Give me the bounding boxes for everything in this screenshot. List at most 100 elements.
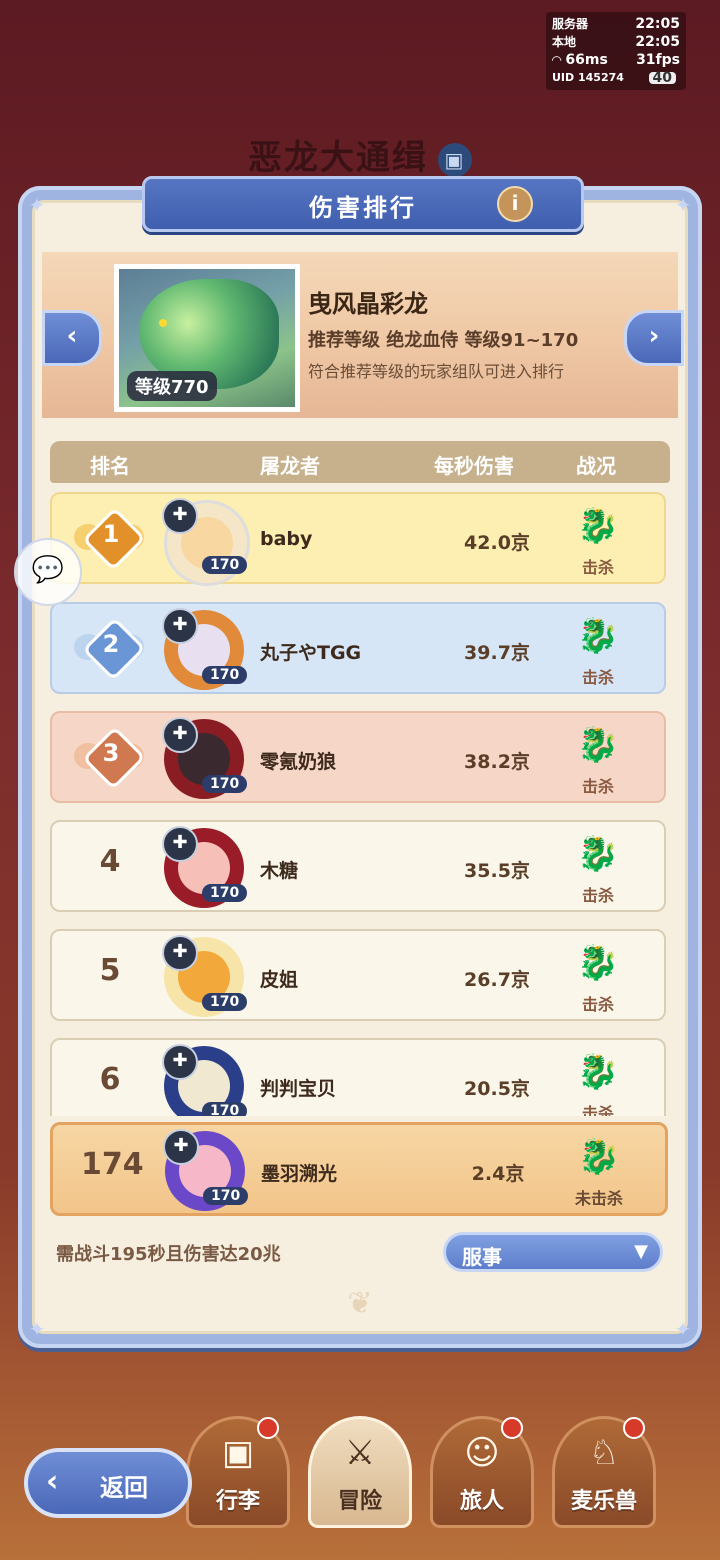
player-level: 170 <box>202 884 248 902</box>
back-button[interactable]: ‹ 返回 <box>24 1448 192 1518</box>
chat-icon[interactable]: 💬 <box>14 538 82 606</box>
caret-down-icon: ▼ <box>634 1241 648 1262</box>
corner-ornament-icon: ✦ <box>674 193 692 217</box>
bronze-medal-icon: 3 <box>74 725 146 791</box>
crossed-swords-icon: ⚔ <box>344 1433 376 1473</box>
player-level: 170 <box>202 556 248 574</box>
player-level: 170 <box>202 775 248 793</box>
result-label: 击杀 <box>581 1104 614 1116</box>
guild-emblem-icon: ✚ <box>162 826 198 862</box>
dps-value: 2.4京 <box>471 1163 525 1185</box>
ranking-row[interactable]: 1 ✚ 170 baby 42.0京 🐉 击杀 <box>50 492 666 586</box>
dragon-slain-icon: 🐉 <box>576 834 620 874</box>
server-filter-value: 服事 <box>462 1245 502 1269</box>
player-level: 170 <box>203 1187 249 1205</box>
back-label: 返回 <box>100 1474 148 1502</box>
boss-name: 曳风晶彩龙 <box>308 290 428 318</box>
boss-portrait: 等级770 <box>114 264 300 412</box>
nav-label: 旅人 <box>459 1489 504 1514</box>
player-name: 皮姐 <box>260 969 299 991</box>
guild-emblem-icon: ✚ <box>162 935 198 971</box>
traveler-icon: ☺ <box>464 1433 500 1473</box>
dragon-slain-icon: 🐉 <box>576 725 620 765</box>
rank-number: 174 <box>81 1147 144 1182</box>
gold-medal-icon: 1 <box>74 506 146 572</box>
panel-title-ribbon: 伤害排行 i <box>142 176 584 232</box>
dps-value: 39.7京 <box>464 642 530 664</box>
dps-value: 20.5京 <box>464 1078 530 1100</box>
result-label: 击杀 <box>581 668 614 687</box>
chevron-left-icon: ‹ <box>66 321 78 351</box>
ranking-row[interactable]: 5 ✚ 170 皮姐 26.7京 🐉 击杀 <box>50 929 666 1021</box>
ranking-list[interactable]: 1 ✚ 170 baby 42.0京 🐉 击杀 2 ✚ 170 丸子やTGG 3… <box>50 492 670 1116</box>
result-label: 击杀 <box>581 886 614 905</box>
result-label: 击杀 <box>581 558 614 577</box>
result-label: 击杀 <box>581 995 614 1014</box>
prev-boss-button[interactable]: ‹ <box>42 310 102 366</box>
nav-label: 冒险 <box>337 1489 382 1514</box>
rank-number: 6 <box>99 1062 121 1097</box>
guild-emblem-icon: ✚ <box>162 717 198 753</box>
local-time: 22:05 <box>635 34 680 50</box>
header-status: 战况 <box>576 454 616 478</box>
corner-ornament-icon: ✦ <box>674 1317 692 1341</box>
local-label: 本地 <box>552 35 577 49</box>
guild-emblem-icon: ✚ <box>162 498 198 534</box>
server-label: 服务器 <box>552 17 589 31</box>
player-name: baby <box>260 528 313 550</box>
nav-label: 行李 <box>215 1489 260 1514</box>
fps-readout: 31fps <box>636 52 680 68</box>
ranking-row[interactable]: 6 ✚ 170 判判宝贝 20.5京 🐉 击杀 <box>50 1038 666 1116</box>
result-label: 未击杀 <box>574 1189 623 1208</box>
table-header: 排名 屠龙者 每秒伤害 战况 <box>50 441 670 483</box>
dragon-slain-icon: 🐉 <box>576 506 620 546</box>
header-slayer: 屠龙者 <box>260 454 320 478</box>
guild-emblem-icon: ✚ <box>162 1044 198 1080</box>
rank-number: 5 <box>99 953 121 988</box>
status-overlay: 服务器 22:05 本地 22:05 ◠ 66ms 31fps UID 145274 4… <box>546 12 686 90</box>
info-icon[interactable]: i <box>497 186 533 222</box>
player-level: 170 <box>202 1102 248 1116</box>
player-level: 170 <box>202 666 248 684</box>
nav-label: 麦乐兽 <box>570 1489 637 1514</box>
boss-level-tag: 等级770 <box>127 371 217 401</box>
boss-recommendation: 推荐等级 绝龙血侍 等级91~170 <box>308 330 579 351</box>
back-arrow-icon: ‹ <box>46 1464 59 1499</box>
nav-item-bag[interactable]: ▣ 行李 <box>186 1416 290 1528</box>
requirement-note: 需战斗195秒且伤害达20兆 <box>56 1244 281 1265</box>
ranking-row[interactable]: 3 ✚ 170 零氪奶狼 38.2京 🐉 击杀 <box>50 711 666 803</box>
nav-item-travelers[interactable]: ☺ 旅人 <box>430 1416 534 1528</box>
player-name: 零氪奶狼 <box>260 751 337 773</box>
corner-ornament-icon: ✦ <box>28 193 46 217</box>
player-name: 墨羽溯光 <box>261 1163 338 1185</box>
player-level: 170 <box>202 993 248 1011</box>
battery-icon: 40 <box>648 69 680 87</box>
dps-value: 42.0京 <box>464 532 530 554</box>
result-label: 击杀 <box>581 777 614 796</box>
ranking-row[interactable]: 4 ✚ 170 木糖 35.5京 🐉 击杀 <box>50 820 666 912</box>
chevron-right-icon: › <box>648 321 660 351</box>
ornament-icon: ❦ <box>347 1286 373 1321</box>
rules-icon: ▣ <box>438 142 472 177</box>
server-filter-select[interactable]: 服事 ▼ <box>443 1232 663 1272</box>
ranking-row[interactable]: 2 ✚ 170 丸子やTGG 39.7京 🐉 击杀 <box>50 602 666 694</box>
guild-emblem-icon: ✚ <box>162 608 198 644</box>
nav-item-adventure[interactable]: ⚔ 冒险 <box>308 1416 412 1528</box>
nav-item-pets[interactable]: ♘ 麦乐兽 <box>552 1416 656 1528</box>
silver-medal-icon: 2 <box>74 616 146 682</box>
boss-note: 符合推荐等级的玩家组队可进入排行 <box>308 362 565 381</box>
dps-value: 38.2京 <box>464 751 530 773</box>
header-dps: 每秒伤害 <box>434 454 514 478</box>
next-boss-button[interactable]: › <box>624 310 684 366</box>
dragon-slain-icon: 🐉 <box>576 943 620 983</box>
guild-emblem-icon: ✚ <box>163 1129 199 1165</box>
dps-value: 35.5京 <box>464 860 530 882</box>
player-name: 判判宝贝 <box>260 1078 337 1100</box>
background-title: 恶龙大通缉 ▣ <box>0 130 720 179</box>
my-ranking-row[interactable]: 174 ✚ 170 墨羽溯光 2.4京 🐉 未击杀 <box>50 1122 668 1216</box>
ping-readout: ◠ 66ms <box>552 52 608 68</box>
header-rank: 排名 <box>90 454 130 478</box>
player-name: 木糖 <box>260 860 299 882</box>
dps-value: 26.7京 <box>464 969 530 991</box>
rank-number: 4 <box>99 844 121 879</box>
